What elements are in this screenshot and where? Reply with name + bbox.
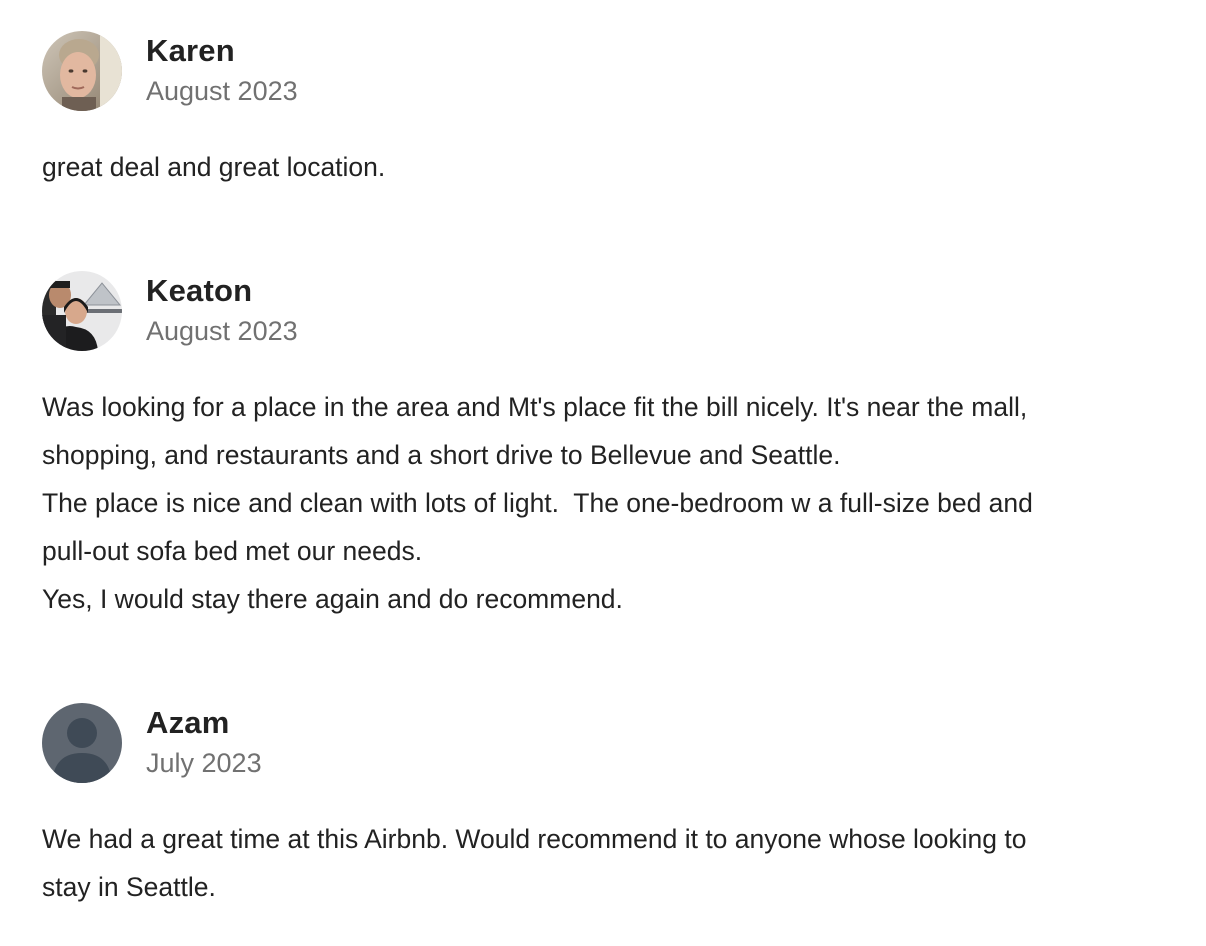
reviewer-name: Karen	[146, 33, 235, 68]
review-header: Keaton August 2023	[42, 271, 1172, 351]
review-item: Keaton August 2023 Was looking for a pla…	[42, 271, 1172, 623]
default-user-icon	[42, 703, 122, 783]
review-text-line: stay in Seattle.	[42, 872, 216, 902]
review-text: Was looking for a place in the area and …	[42, 383, 1172, 623]
reviewer-info: Keaton August 2023	[146, 271, 298, 351]
review-item: Azam July 2023 We had a great time at th…	[42, 703, 1172, 911]
couple-selfie-icon	[42, 271, 122, 351]
review-text-line: great deal and great location.	[42, 152, 386, 182]
reviewer-info: Azam July 2023	[146, 703, 262, 783]
reviewer-avatar[interactable]	[42, 703, 122, 783]
review-text-line: Yes, I would stay there again and do rec…	[42, 584, 623, 614]
review-text-line: We had a great time at this Airbnb. Woul…	[42, 824, 1027, 854]
review-date: July 2023	[146, 748, 262, 778]
review-date: August 2023	[146, 76, 298, 106]
reviewer-name: Keaton	[146, 273, 253, 308]
reviewer-name: Azam	[146, 705, 230, 740]
review-text-line: Was looking for a place in the area and …	[42, 392, 1028, 422]
review-text-line: The place is nice and clean with lots of…	[42, 488, 1033, 518]
review-text: great deal and great location.	[42, 143, 1172, 191]
review-text-line: shopping, and restaurants and a short dr…	[42, 440, 841, 470]
review-text: We had a great time at this Airbnb. Woul…	[42, 815, 1172, 911]
reviewer-avatar[interactable]	[42, 271, 122, 351]
review-header: Karen August 2023	[42, 31, 1172, 111]
review-header: Azam July 2023	[42, 703, 1172, 783]
reviewer-info: Karen August 2023	[146, 31, 298, 111]
woman-portrait-icon	[42, 31, 122, 111]
review-text-line: pull-out sofa bed met our needs.	[42, 536, 423, 566]
review-date: August 2023	[146, 316, 298, 346]
review-item: Karen August 2023 great deal and great l…	[42, 31, 1172, 191]
reviewer-avatar[interactable]	[42, 31, 122, 111]
